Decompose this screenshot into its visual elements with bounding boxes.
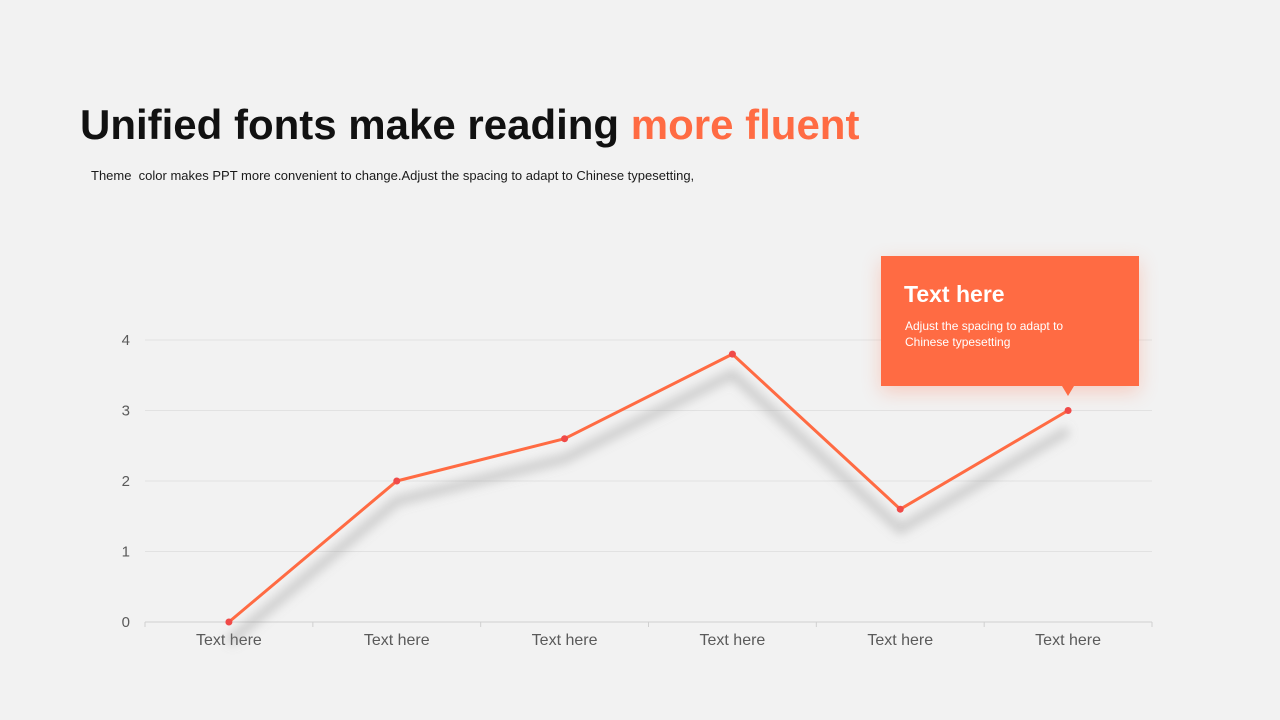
data-point — [1064, 407, 1072, 414]
chart-y-axis: 0 1 2 3 4 — [122, 332, 130, 631]
y-tick-label: 1 — [122, 544, 130, 561]
x-tick-label: Text here — [700, 632, 766, 649]
data-point — [896, 505, 904, 513]
y-tick-label: 2 — [122, 473, 130, 490]
callout-box: Text here Adjust the spacing to adapt to… — [881, 256, 1139, 396]
x-tick-label: Text here — [364, 632, 430, 649]
x-tick-label: Text here — [867, 632, 933, 649]
series-line — [227, 352, 1070, 624]
data-point — [561, 435, 569, 443]
y-tick-label: 0 — [122, 614, 130, 631]
x-tick-label: Text here — [532, 632, 598, 649]
chart-x-axis: Text here Text here Text here Text here Text… — [144, 621, 1153, 649]
data-point — [393, 477, 401, 485]
data-point — [225, 618, 233, 626]
data-point — [728, 350, 736, 358]
chart-series — [225, 350, 1072, 646]
series-line-shadow — [225, 369, 1071, 646]
callout-title: Text here — [904, 281, 1005, 307]
y-tick-label: 3 — [122, 403, 130, 420]
x-tick-label: Text here — [1035, 632, 1101, 649]
callout-pointer — [1062, 386, 1074, 396]
callout-text: Adjust the spacing to adapt to Chinese t… — [905, 319, 1064, 349]
y-tick-label: 4 — [122, 332, 130, 349]
slide: Unified fonts make reading more fluent T… — [0, 0, 1280, 720]
